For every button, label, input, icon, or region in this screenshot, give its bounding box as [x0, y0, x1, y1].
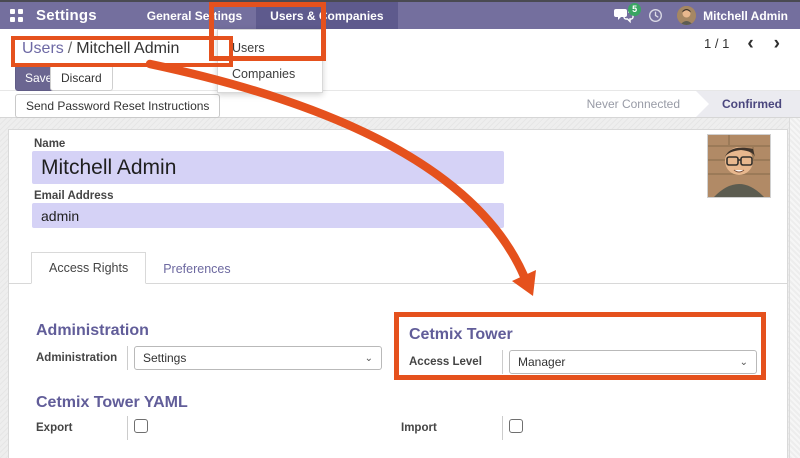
administration-field-label: Administration	[36, 352, 117, 364]
breadcrumb-row: Users/Mitchell Admin	[0, 31, 800, 63]
pager-previous-icon[interactable]: ‹	[745, 37, 755, 51]
main-menu: General Settings Users & Companies	[133, 2, 398, 29]
user-name-label: Mitchell Admin	[703, 9, 788, 23]
name-field-label: Name	[34, 138, 65, 150]
status-steps: Never Connected Confirmed	[571, 91, 800, 117]
export-field-label: Export	[36, 422, 72, 434]
notebook-tabs: Access Rights Preferences	[9, 254, 788, 284]
label-field-separator	[502, 416, 503, 440]
dropdown-item-companies[interactable]: Companies	[218, 61, 322, 87]
messages-count-badge: 5	[628, 3, 641, 16]
label-field-separator	[502, 350, 503, 374]
breadcrumb-link-users[interactable]: Users	[22, 40, 64, 57]
top-navbar: Settings General Settings Users & Compan…	[0, 0, 800, 29]
breadcrumb-separator: /	[68, 40, 72, 57]
access-level-select-value: Manager	[518, 355, 565, 369]
breadcrumb: Users/Mitchell Admin	[22, 40, 179, 58]
user-avatar-photo[interactable]	[707, 134, 771, 198]
send-password-reset-button[interactable]: Send Password Reset Instructions	[15, 94, 220, 118]
tab-access-rights[interactable]: Access Rights	[31, 252, 146, 284]
grid-dot	[10, 17, 15, 22]
status-step-confirmed[interactable]: Confirmed	[696, 91, 800, 117]
status-step-never-connected[interactable]: Never Connected	[571, 91, 696, 117]
topbar-right-cluster: 5 Mitchell Admin	[614, 6, 800, 25]
users-companies-dropdown: Users Companies	[217, 29, 323, 93]
administration-select-value: Settings	[143, 351, 186, 365]
label-field-separator	[127, 346, 128, 370]
pager-next-icon[interactable]: ›	[772, 37, 782, 51]
name-input[interactable]	[32, 151, 504, 184]
access-level-select[interactable]: Manager ⌄	[509, 350, 757, 374]
export-checkbox[interactable]	[134, 419, 148, 433]
form-sheet: Name Email Address Access	[8, 129, 788, 458]
administration-select[interactable]: Settings ⌄	[134, 346, 382, 370]
chevron-down-icon: ⌄	[740, 357, 748, 368]
apps-grid-icon[interactable]	[10, 9, 23, 22]
user-avatar-small	[677, 6, 696, 25]
vertical-scrollbar[interactable]	[789, 118, 800, 458]
form-statusbar: Send Password Reset Instructions Never C…	[0, 91, 800, 118]
email-field-label: Email Address	[34, 190, 113, 202]
form-buttons-row: Save Discard	[0, 62, 800, 91]
grid-dot	[18, 9, 23, 14]
import-checkbox[interactable]	[509, 419, 523, 433]
email-input[interactable]	[32, 203, 504, 228]
grid-dot	[10, 9, 15, 14]
tab-preferences[interactable]: Preferences	[146, 254, 247, 284]
import-field-label: Import	[401, 422, 437, 434]
menu-users-companies[interactable]: Users & Companies	[256, 2, 397, 29]
settings-page: Settings General Settings Users & Compan…	[0, 0, 800, 458]
chevron-down-icon: ⌄	[365, 353, 373, 364]
breadcrumb-current: Mitchell Admin	[76, 40, 179, 57]
messages-menu-button[interactable]: 5	[614, 7, 634, 25]
pager-value: 1 / 1	[704, 36, 729, 51]
activities-clock-icon[interactable]	[648, 8, 663, 23]
menu-general-settings[interactable]: General Settings	[133, 2, 256, 29]
section-title-cetmix-tower: Cetmix Tower	[409, 326, 513, 344]
grid-dot	[18, 17, 23, 22]
record-pager: 1 / 1 ‹ ›	[704, 36, 782, 51]
section-title-administration: Administration	[36, 322, 149, 340]
user-menu-button[interactable]: Mitchell Admin	[677, 6, 788, 25]
section-title-cetmix-tower-yaml: Cetmix Tower YAML	[36, 394, 188, 412]
app-title: Settings	[36, 7, 97, 24]
label-field-separator	[127, 416, 128, 440]
dropdown-item-users[interactable]: Users	[218, 35, 322, 61]
access-level-field-label: Access Level	[409, 356, 482, 368]
discard-button[interactable]: Discard	[50, 65, 113, 91]
